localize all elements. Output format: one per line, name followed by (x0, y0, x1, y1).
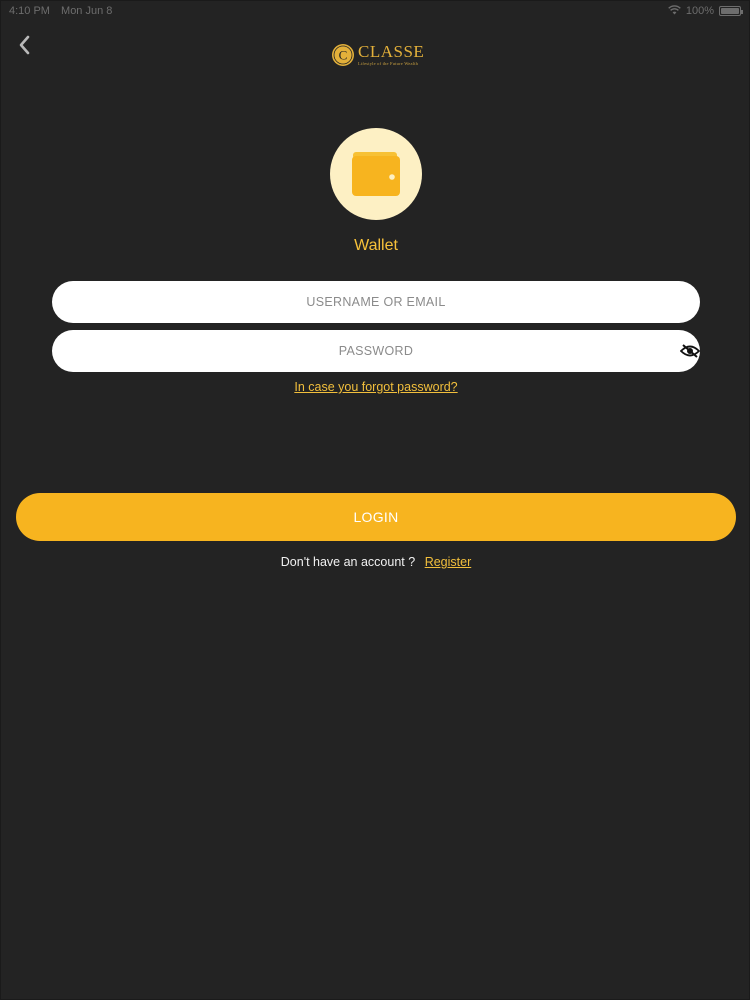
logo-title: CLASSE (358, 42, 425, 62)
username-field[interactable] (52, 281, 700, 323)
status-date: Mon Jun 8 (61, 5, 113, 17)
username-input[interactable] (52, 281, 700, 323)
forgot-password-link[interactable]: In case you forgot password? (1, 380, 750, 394)
eye-off-icon[interactable] (680, 342, 700, 360)
status-bar: 4:10 PM Mon Jun 8 100% (1, 1, 749, 21)
password-field[interactable] (52, 330, 700, 372)
wallet-icon (352, 152, 400, 196)
battery-icon (719, 6, 743, 16)
logo-emblem-icon: C (332, 44, 354, 66)
app-logo: C CLASSE Lifestyle of the Future Wealth (331, 43, 424, 67)
login-button[interactable]: LOGIN (16, 493, 736, 541)
register-link[interactable]: Register (425, 555, 472, 569)
battery-percent: 100% (685, 5, 714, 17)
wallet-avatar (330, 128, 422, 220)
wifi-icon (668, 4, 681, 18)
logo-subtitle: Lifestyle of the Future Wealth (358, 61, 419, 67)
logo-text: CLASSE Lifestyle of the Future Wealth (358, 43, 424, 67)
wallet-title: Wallet (354, 237, 398, 254)
login-screen: 4:10 PM Mon Jun 8 100% C CLASSE Lifestyl… (0, 0, 750, 1000)
status-right: 100% (668, 4, 743, 18)
status-time: 4:10 PM (9, 5, 50, 17)
status-left: 4:10 PM Mon Jun 8 (9, 5, 120, 17)
no-account-text: Don't have an account ? (280, 555, 416, 569)
password-input[interactable] (52, 330, 700, 372)
chevron-left-icon (19, 35, 30, 55)
logo-letter: C (339, 48, 348, 63)
back-button[interactable] (13, 33, 35, 57)
register-row: Don't have an account ? Register (1, 555, 750, 569)
